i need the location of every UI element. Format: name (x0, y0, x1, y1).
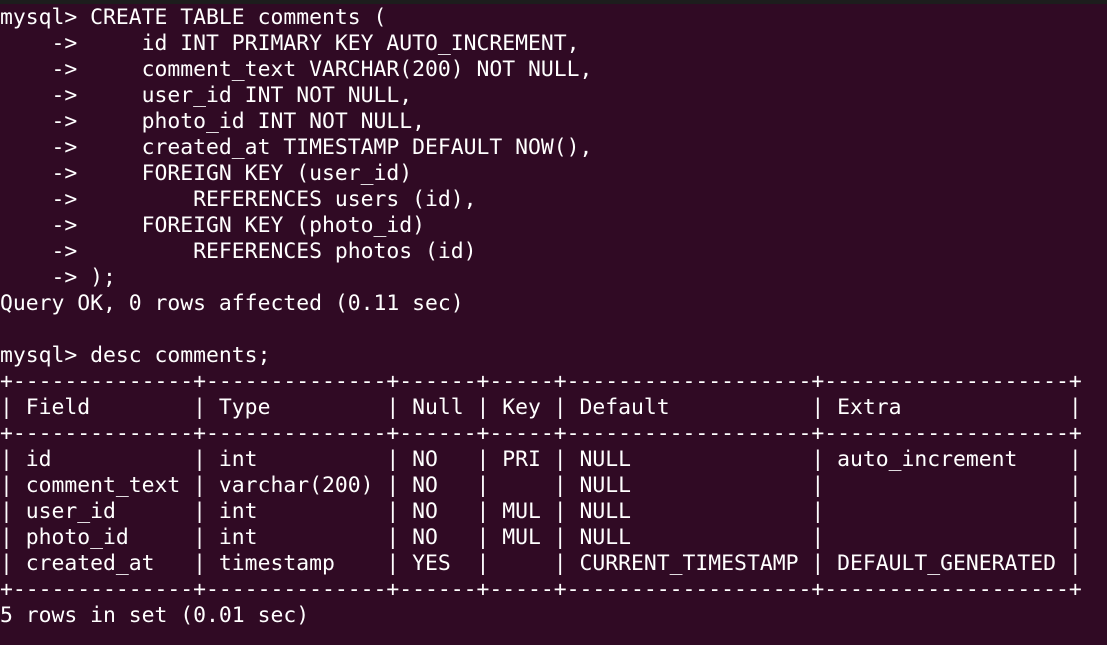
continuation-line: -> comment_text VARCHAR(200) NOT NULL, (0, 57, 593, 82)
table-header-row: | Field | Type | Null | Key | Default | … (0, 395, 1082, 420)
continuation-line: -> FOREIGN KEY (user_id) (0, 161, 413, 186)
query-result-line: Query OK, 0 rows affected (0.11 sec) (0, 291, 464, 316)
continuation-line: -> FOREIGN KEY (photo_id) (0, 213, 425, 238)
table-row: | photo_id | int | NO | MUL | NULL | | (0, 525, 1082, 550)
prompt-line: mysql> desc comments; (0, 343, 271, 368)
table-border: +--------------+--------------+------+--… (0, 577, 1082, 602)
continuation-line: -> created_at TIMESTAMP DEFAULT NOW(), (0, 135, 593, 160)
query-result-line: 5 rows in set (0.01 sec) (0, 603, 310, 628)
terminal-window[interactable]: mysql> CREATE TABLE comments ( -> id INT… (0, 0, 1107, 645)
continuation-line: -> REFERENCES users (id), (0, 187, 477, 212)
continuation-line: -> ); (0, 265, 116, 290)
continuation-line: -> REFERENCES photos (id) (0, 239, 477, 264)
table-row: | user_id | int | NO | MUL | NULL | | (0, 499, 1082, 524)
table-row: | created_at | timestamp | YES | | CURRE… (0, 551, 1082, 576)
table-border: +--------------+--------------+------+--… (0, 369, 1082, 394)
table-border: +--------------+--------------+------+--… (0, 421, 1082, 446)
continuation-line: -> user_id INT NOT NULL, (0, 83, 413, 108)
table-row: | comment_text | varchar(200) | NO | | N… (0, 473, 1082, 498)
prompt-line: mysql> CREATE TABLE comments ( (0, 5, 387, 30)
continuation-line: -> id INT PRIMARY KEY AUTO_INCREMENT, (0, 31, 580, 56)
table-row: | id | int | NO | PRI | NULL | auto_incr… (0, 447, 1082, 472)
continuation-line: -> photo_id INT NOT NULL, (0, 109, 425, 134)
